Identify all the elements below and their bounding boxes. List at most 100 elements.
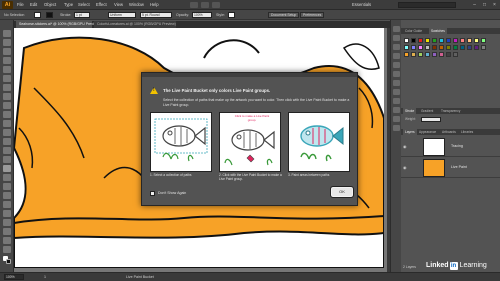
magic-wand-tool-icon[interactable] <box>3 48 11 55</box>
eyedropper-tool-icon[interactable] <box>3 201 11 208</box>
rotate-tool-icon[interactable] <box>3 120 11 127</box>
color-panel-icon[interactable] <box>393 26 400 32</box>
tab-artboards[interactable]: Artboards <box>440 129 458 135</box>
color-swatch[interactable] <box>467 45 472 50</box>
color-swatch[interactable] <box>418 38 423 43</box>
opacity-field[interactable]: 100% <box>192 12 212 18</box>
tab-stroke[interactable]: Stroke <box>403 108 417 114</box>
artboard-navigator[interactable]: 1 <box>44 274 46 281</box>
color-swatch[interactable] <box>425 45 430 50</box>
color-swatch[interactable] <box>425 38 430 43</box>
document-setup-button[interactable]: Document Setup <box>268 12 300 18</box>
brushes-icon[interactable] <box>393 53 400 59</box>
ok-button[interactable]: OK <box>330 186 354 198</box>
paintbrush-tool-icon[interactable] <box>3 93 11 100</box>
color-swatch[interactable] <box>404 52 409 57</box>
menu-object[interactable]: Object <box>44 2 56 8</box>
rectangle-tool-icon[interactable] <box>3 84 11 91</box>
color-swatch[interactable] <box>467 38 472 43</box>
layer-row-tracing[interactable]: ◉ Tracing <box>401 137 500 157</box>
menu-file[interactable]: File <box>17 2 24 8</box>
close-icon[interactable]: × <box>490 1 499 9</box>
layers-panel-icon[interactable] <box>393 116 400 122</box>
workspace-switcher[interactable]: Essentials <box>352 2 371 8</box>
tab-appearance[interactable]: Appearance <box>417 129 438 135</box>
layer-name[interactable]: Tracing <box>451 144 463 148</box>
color-swatch[interactable] <box>432 38 437 43</box>
symbol-sprayer-tool-icon[interactable] <box>3 219 11 226</box>
color-swatch[interactable] <box>432 52 437 57</box>
color-swatch[interactable] <box>425 52 430 57</box>
preferences-button[interactable]: Preferences <box>300 12 325 18</box>
bridge-icon[interactable] <box>190 2 198 8</box>
arrange-documents-icon[interactable] <box>212 2 220 8</box>
shape-builder-tool-icon[interactable] <box>3 156 11 163</box>
color-swatch[interactable] <box>411 38 416 43</box>
color-guide-icon[interactable] <box>393 35 400 41</box>
graphic-style-swatch[interactable] <box>228 12 235 18</box>
layer-name[interactable]: Live Paint <box>451 165 467 169</box>
color-swatch[interactable] <box>474 45 479 50</box>
minimize-icon[interactable]: – <box>470 1 479 9</box>
weight-field[interactable] <box>421 117 441 122</box>
pen-tool-icon[interactable] <box>3 57 11 64</box>
color-swatch[interactable] <box>404 38 409 43</box>
color-swatch[interactable] <box>411 52 416 57</box>
zoom-field[interactable]: 100% <box>4 274 24 280</box>
tab-layers[interactable]: Layers <box>403 129 417 135</box>
free-transform-tool-icon[interactable] <box>3 147 11 154</box>
brush-dropdown[interactable]: 5 pt. Round <box>140 12 172 18</box>
line-tool-icon[interactable] <box>3 75 11 82</box>
artboards-panel-icon[interactable] <box>393 125 400 131</box>
tab-color-guide[interactable]: Color Guide <box>403 28 424 34</box>
maximize-icon[interactable]: □ <box>480 1 489 9</box>
pencil-tool-icon[interactable] <box>3 102 11 109</box>
swatches-icon[interactable] <box>393 44 400 50</box>
menu-select[interactable]: Select <box>78 2 90 8</box>
tab-gradient[interactable]: Gradient <box>419 108 435 114</box>
menu-edit[interactable]: Edit <box>30 2 37 8</box>
stock-icon[interactable] <box>201 2 209 8</box>
layer-row-live-paint[interactable]: ◉ Live Paint <box>401 158 500 178</box>
dont-show-again-checkbox[interactable] <box>150 191 155 196</box>
stock-search-input[interactable] <box>398 2 456 8</box>
visibility-eye-icon[interactable]: ◉ <box>403 165 408 170</box>
color-swatch[interactable] <box>439 45 444 50</box>
color-swatch[interactable] <box>474 38 479 43</box>
color-swatch[interactable] <box>439 52 444 57</box>
menu-help[interactable]: Help <box>150 2 159 8</box>
dont-show-again-label[interactable]: Don't Show Again <box>158 191 186 196</box>
transparency-panel-icon[interactable] <box>393 89 400 95</box>
appearance-panel-icon[interactable] <box>393 98 400 104</box>
stroke-color-icon[interactable] <box>6 259 11 264</box>
perspective-grid-tool-icon[interactable] <box>3 174 11 181</box>
color-swatch[interactable] <box>446 52 451 57</box>
eraser-tool-icon[interactable] <box>3 111 11 118</box>
gradient-panel-icon[interactable] <box>393 80 400 86</box>
color-swatch[interactable] <box>439 38 444 43</box>
color-swatch[interactable] <box>453 52 458 57</box>
document-tab[interactable]: Colorful-creatures.ai @ 100% (RGB/GPU Pr… <box>94 21 176 28</box>
menu-effect[interactable]: Effect <box>96 2 107 8</box>
type-tool-icon[interactable] <box>3 66 11 73</box>
stroke-panel-icon[interactable] <box>393 71 400 77</box>
artboard-tool-icon[interactable] <box>3 237 11 244</box>
tab-swatches[interactable]: Swatches <box>429 28 447 34</box>
tab-transparency[interactable]: Transparency <box>439 108 462 114</box>
color-swatch[interactable] <box>481 38 486 43</box>
color-swatch[interactable] <box>404 45 409 50</box>
blend-tool-icon[interactable] <box>3 210 11 217</box>
color-swatch[interactable] <box>446 45 451 50</box>
stroke-swatch[interactable] <box>46 12 53 18</box>
live-paint-bucket-tool-icon[interactable] <box>3 165 11 172</box>
variable-width-dropdown[interactable]: Uniform <box>108 12 136 18</box>
color-swatch[interactable] <box>418 52 423 57</box>
document-tab-active[interactable]: Seahorse-stickers.ai* @ 100% (RGB/GPU Pr… <box>16 21 99 28</box>
color-swatch[interactable] <box>432 45 437 50</box>
hand-tool-icon[interactable] <box>3 246 11 253</box>
color-swatch[interactable] <box>460 45 465 50</box>
direct-selection-tool-icon[interactable] <box>3 39 11 46</box>
menu-view[interactable]: View <box>114 2 123 8</box>
color-swatch[interactable] <box>411 45 416 50</box>
menu-window[interactable]: Window <box>129 2 144 8</box>
